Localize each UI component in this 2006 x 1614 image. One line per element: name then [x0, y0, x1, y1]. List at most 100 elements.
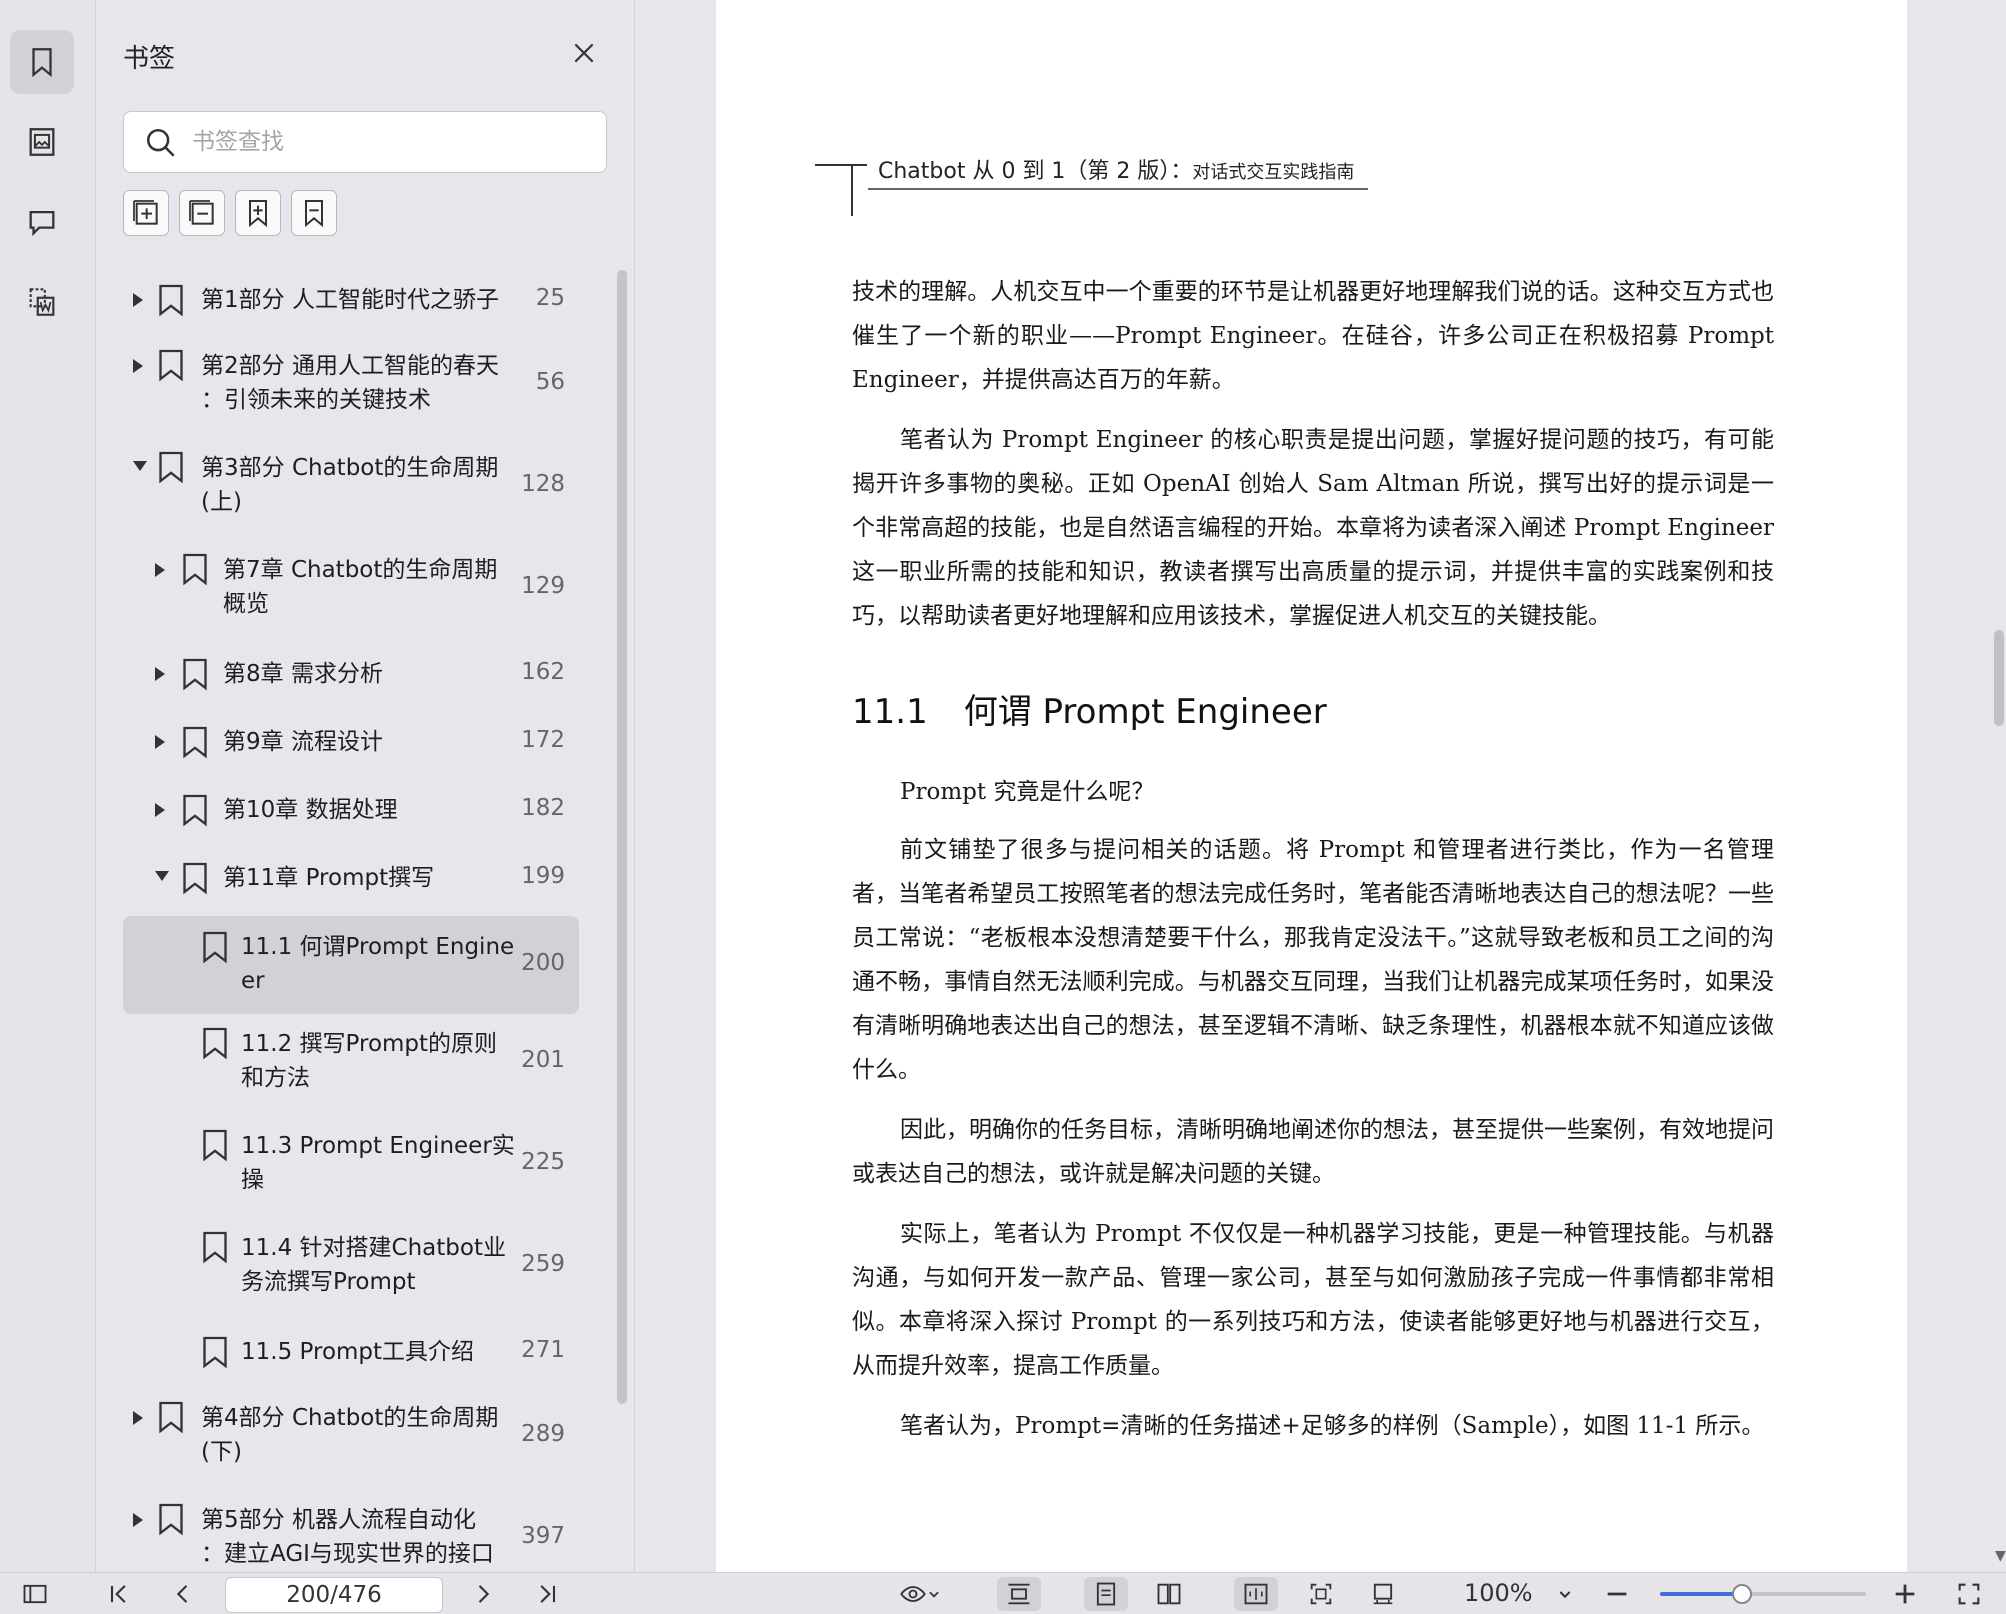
section-number: 11.1: [852, 692, 928, 732]
bookmark-item[interactable]: 11.3 Prompt Engineer实 操 225: [123, 1120, 579, 1208]
word-convert-tab-button[interactable]: [10, 270, 74, 334]
single-page-icon: [1096, 1582, 1116, 1606]
bookmark-page-number: 225: [521, 1149, 565, 1175]
bookmark-item[interactable]: 11.1 何谓Prompt Engine er 200: [123, 916, 579, 1014]
bookmark-item[interactable]: 第4部分 Chatbot的生命周期 (下) 289: [123, 1392, 579, 1480]
bookmark-item[interactable]: 第2部分 通用人工智能的春天 ：引领未来的关键技术 56: [123, 340, 579, 428]
panel-scrollbar[interactable]: [617, 270, 627, 1404]
bookmark-item[interactable]: 第1部分 人工智能时代之骄子 25: [123, 272, 579, 328]
bookmark-page-number: 25: [535, 285, 565, 311]
bookmark-icon: [183, 726, 207, 759]
expand-caret-right-icon[interactable]: [155, 735, 165, 749]
last-page-button[interactable]: [530, 1577, 564, 1611]
bookmark-label: 11.1 何谓Prompt Engine er: [241, 934, 515, 994]
zoom-slider-handle[interactable]: [1732, 1584, 1753, 1604]
bookmark-label: 第4部分 Chatbot的生命周期 (下): [201, 1405, 499, 1465]
collapse-all-button[interactable]: [179, 190, 225, 236]
scroll-down-icon[interactable]: ▼: [1995, 1548, 2006, 1564]
two-page-button[interactable]: [1152, 1577, 1186, 1611]
paragraph: 技术的理解。人机交互中一个重要的环节是让机器更好地理解我们说的话。这种交互方式也…: [852, 279, 1774, 393]
toggle-sidebar-button[interactable]: [18, 1577, 52, 1611]
paragraph: Prompt 究竟是什么呢？: [900, 779, 1155, 805]
reading-mode-button[interactable]: [890, 1577, 950, 1611]
bookmark-page-number: 129: [521, 573, 565, 599]
bookmark-icon: [203, 931, 227, 964]
bookmark-label: 11.5 Prompt工具介绍: [241, 1339, 475, 1365]
expand-caret-right-icon[interactable]: [133, 1513, 143, 1527]
bookmark-icon: [203, 1129, 227, 1162]
thumbnail-tab-button[interactable]: [10, 110, 74, 174]
expand-caret-right-icon[interactable]: [133, 293, 143, 307]
bookmark-item[interactable]: 第10章 数据处理 182: [123, 782, 579, 838]
continuous-scroll-button[interactable]: [997, 1577, 1041, 1611]
paragraph: 笔者认为，Prompt=清晰的任务描述+足够多的样例（Sample），如图 11…: [900, 1413, 1765, 1439]
first-page-icon: [110, 1585, 126, 1603]
bookmark-tab-button[interactable]: [10, 30, 74, 94]
paragraph: 实际上，笔者认为 Prompt 不仅仅是一种机器学习技能，更是一种管理技能。与机…: [852, 1221, 1774, 1379]
bookmark-search-box[interactable]: [123, 111, 607, 173]
rotate-button[interactable]: [1366, 1577, 1400, 1611]
bookmark-item[interactable]: 11.2 撰写Prompt的原则 和方法 201: [123, 1018, 579, 1106]
bookmark-item[interactable]: 第11章 Prompt撰写 199: [123, 850, 579, 906]
expand-caret-down-icon[interactable]: [133, 461, 147, 471]
fullscreen-icon: [1958, 1583, 1980, 1605]
document-scrollbar[interactable]: [1994, 630, 2004, 726]
page-number-input[interactable]: [225, 1577, 443, 1613]
bookmark-item[interactable]: 第8章 需求分析 162: [123, 646, 579, 702]
bookmark-label: 第9章 流程设计: [223, 729, 383, 755]
add-bookmark-icon: [249, 200, 267, 228]
next-page-button[interactable]: [466, 1577, 500, 1611]
word-convert-icon: [29, 288, 55, 316]
plus-icon: [1895, 1584, 1915, 1604]
expand-caret-right-icon[interactable]: [133, 359, 143, 373]
chevron-down-icon: [1559, 1591, 1571, 1599]
bookmark-label: 第11章 Prompt撰写: [223, 865, 435, 891]
expand-caret-right-icon[interactable]: [133, 1411, 143, 1425]
bookmark-page-number: 182: [521, 795, 565, 821]
zoom-level[interactable]: 100%: [1464, 1579, 1533, 1607]
bookmark-icon: [183, 553, 207, 586]
comment-tab-button[interactable]: [10, 190, 74, 254]
image-icon: [29, 128, 55, 156]
bookmark-item[interactable]: 第5部分 机器人流程自动化 ：建立AGI与现实世界的接口 397: [123, 1494, 579, 1572]
zoom-slider-fill: [1660, 1592, 1743, 1596]
zoom-in-button[interactable]: [1888, 1577, 1922, 1611]
expand-all-button[interactable]: [123, 190, 169, 236]
bookmark-page-number: 200: [521, 950, 565, 976]
zoom-slider[interactable]: [1660, 1584, 1866, 1604]
section-heading: 11.1 何谓 Prompt Engineer: [852, 684, 1327, 733]
bookmark-item[interactable]: 第3部分 Chatbot的生命周期 (上) 128: [123, 442, 579, 530]
comment-icon: [29, 210, 55, 237]
bookmark-item[interactable]: 第7章 Chatbot的生命周期 概览 129: [123, 544, 579, 632]
fit-width-button[interactable]: [1234, 1577, 1278, 1611]
expand-caret-down-icon[interactable]: [155, 871, 169, 881]
bookmark-icon: [32, 48, 52, 78]
running-head: Chatbot 从 0 到 1（第 2 版）：对话式交互实践指南: [878, 153, 1354, 185]
first-page-button[interactable]: [102, 1577, 136, 1611]
fit-page-icon: [1310, 1583, 1332, 1605]
bookmark-label: 第2部分 通用人工智能的春天 ：引领未来的关键技术: [201, 353, 499, 413]
side-rail: [0, 0, 96, 1572]
fullscreen-button[interactable]: [1952, 1577, 1986, 1611]
bookmark-item[interactable]: 第9章 流程设计 172: [123, 714, 579, 770]
bookmark-item[interactable]: 11.5 Prompt工具介绍 271: [123, 1324, 579, 1380]
zoom-dropdown-button[interactable]: [1548, 1577, 1582, 1611]
bookmark-item[interactable]: 11.4 针对搭建Chatbot业 务流撰写Prompt 259: [123, 1222, 579, 1310]
minus-icon: [1607, 1592, 1627, 1596]
fit-page-button[interactable]: [1304, 1577, 1338, 1611]
add-bookmark-button[interactable]: [235, 190, 281, 236]
header-underline: [868, 188, 1368, 190]
single-page-button[interactable]: [1084, 1577, 1128, 1611]
bookmark-page-number: 271: [521, 1337, 565, 1363]
expand-caret-right-icon[interactable]: [155, 667, 165, 681]
prev-page-button[interactable]: [166, 1577, 200, 1611]
expand-caret-right-icon[interactable]: [155, 803, 165, 817]
zoom-out-button[interactable]: [1600, 1577, 1634, 1611]
bookmark-label: 第1部分 人工智能时代之骄子: [201, 287, 499, 313]
running-head-sub: 对话式交互实践指南: [1192, 162, 1355, 183]
remove-bookmark-button[interactable]: [291, 190, 337, 236]
close-panel-button[interactable]: [567, 36, 601, 70]
continuous-scroll-icon: [1008, 1583, 1030, 1605]
expand-caret-right-icon[interactable]: [155, 563, 165, 577]
bookmark-search-input[interactable]: [192, 120, 592, 164]
